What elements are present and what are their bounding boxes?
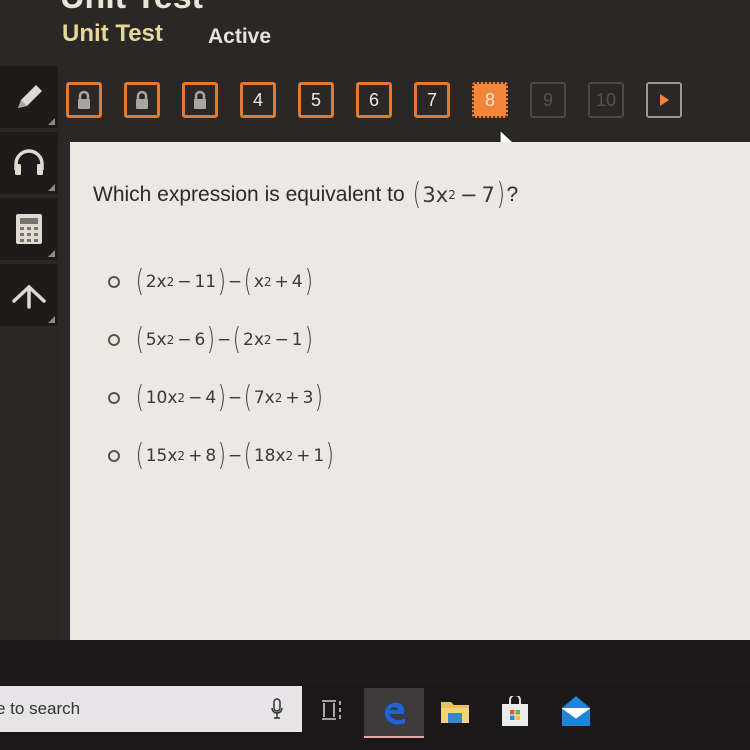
expand-corner-icon	[48, 184, 55, 191]
question-button-7[interactable]: 7	[414, 82, 450, 118]
option-expression: (5x 2−6) − (2x 2−1)	[135, 322, 313, 357]
expand-corner-icon	[48, 118, 55, 125]
compass-icon	[12, 284, 46, 309]
course-title: Unit Test	[62, 20, 163, 47]
calculator-icon	[16, 214, 42, 244]
option-expression: (15x 2 +8) − (18x 2 +1)	[135, 438, 335, 473]
expand-corner-icon	[48, 316, 55, 323]
tool-rail	[0, 66, 62, 330]
question-button-10: 10	[588, 82, 624, 118]
option-expression: (2x 2−11) − (x 2 +4)	[135, 264, 313, 299]
question-button-4[interactable]: 4	[240, 82, 276, 118]
taskbar-search-box[interactable]: e to search	[0, 686, 302, 732]
radio-button[interactable]	[108, 334, 120, 346]
microphone-icon[interactable]	[270, 698, 284, 720]
radio-button[interactable]	[108, 392, 120, 404]
question-button-1-locked[interactable]	[66, 82, 102, 118]
store-icon[interactable]	[500, 696, 530, 728]
radio-button[interactable]	[108, 450, 120, 462]
question-button-3-locked[interactable]	[182, 82, 218, 118]
answer-option-1[interactable]: (2x 2−11) − (x 2 +4)	[108, 252, 336, 312]
answer-options: (2x 2−11) − (x 2 +4) (5x 2−6) − (2x 2−1) (10x…	[108, 252, 336, 484]
lock-icon	[78, 90, 90, 109]
question-expression: ( 3x 2 − 7 )	[412, 177, 505, 212]
expand-corner-icon	[48, 250, 55, 257]
search-placeholder: e to search	[0, 699, 81, 718]
question-prompt: Which expression is equivalent to ( 3x 2 …	[93, 180, 518, 210]
lock-icon	[136, 90, 148, 109]
pencil-tool-button[interactable]	[0, 66, 58, 128]
file-explorer-icon[interactable]	[440, 698, 470, 724]
question-button-6[interactable]: 6	[356, 82, 392, 118]
headphones-icon	[14, 149, 44, 175]
pencil-icon	[18, 85, 42, 108]
question-text: Which expression is equivalent to	[93, 183, 405, 206]
reference-tool-button[interactable]	[0, 264, 58, 326]
task-view-icon[interactable]	[320, 698, 344, 722]
answer-option-4[interactable]: (15x 2 +8) − (18x 2 +1)	[108, 426, 336, 486]
audio-tool-button[interactable]	[0, 132, 58, 194]
question-mark: ?	[506, 183, 519, 206]
option-expression: (10x 2−4) − (7x 2 +3)	[135, 380, 324, 415]
radio-button[interactable]	[108, 276, 120, 288]
mail-icon[interactable]	[560, 694, 592, 728]
answer-option-3[interactable]: (10x 2−4) − (7x 2 +3)	[108, 368, 336, 428]
question-button-8-current[interactable]: 8	[472, 82, 508, 118]
lock-icon	[194, 90, 206, 109]
page-title: Unit Test	[60, 0, 203, 17]
question-button-9: 9	[530, 82, 566, 118]
status-label: Active	[208, 25, 272, 48]
edge-browser-icon	[384, 702, 405, 725]
calculator-tool-button[interactable]	[0, 198, 58, 260]
play-arrow-icon	[660, 94, 669, 106]
question-button-2-locked[interactable]	[124, 82, 160, 118]
screen-bezel	[0, 640, 750, 690]
answer-option-2[interactable]: (5x 2−6) − (2x 2−1)	[108, 310, 336, 370]
next-question-button[interactable]	[646, 82, 682, 118]
question-button-5[interactable]: 5	[298, 82, 334, 118]
question-navigation: 4 5 6 7 8 9 10	[66, 82, 682, 118]
